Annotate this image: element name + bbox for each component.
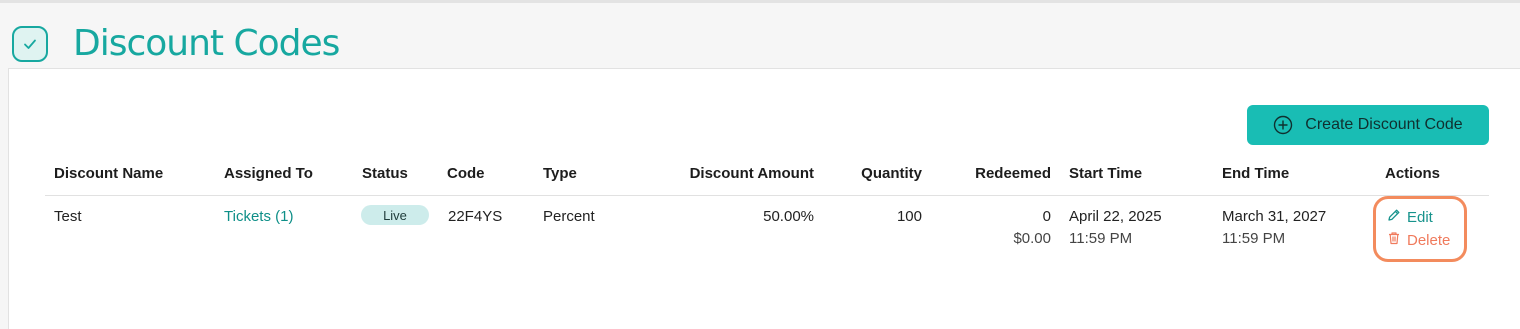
- header-type: Type: [543, 165, 577, 182]
- header-assigned-to: Assigned To: [224, 165, 313, 182]
- edit-button[interactable]: Edit: [1387, 208, 1433, 226]
- pencil-icon: [1387, 208, 1407, 226]
- trash-icon: [1387, 231, 1407, 249]
- assigned-to-link[interactable]: Tickets (1): [224, 208, 293, 225]
- header-redeemed: Redeemed: [975, 165, 1051, 182]
- cell-end-time: 11:59 PM: [1222, 230, 1286, 247]
- header-quantity: Quantity: [861, 165, 922, 182]
- plus-circle-icon: [1273, 115, 1293, 135]
- cell-redeemed-value: $0.00: [1013, 230, 1051, 247]
- delete-button[interactable]: Delete: [1387, 231, 1450, 249]
- cell-start-date: April 22, 2025: [1069, 208, 1162, 225]
- header-divider: [45, 195, 1489, 196]
- content-card: Create Discount Code Discount Name Assig…: [8, 68, 1520, 329]
- create-discount-code-button[interactable]: Create Discount Code: [1247, 105, 1489, 145]
- header-end-time: End Time: [1222, 165, 1290, 182]
- cell-type: Percent: [543, 208, 595, 225]
- cell-code: 22F4YS: [448, 208, 503, 225]
- top-border: [0, 0, 1520, 3]
- header-code: Code: [447, 165, 485, 182]
- header-start-time: Start Time: [1069, 165, 1143, 182]
- cell-redeemed-count: 0: [1042, 208, 1051, 225]
- page-header: Discount Codes: [12, 22, 340, 66]
- header-discount-amount: Discount Amount: [689, 165, 814, 182]
- status-badge: Live: [361, 205, 429, 225]
- cell-discount-name: Test: [54, 208, 82, 225]
- create-discount-code-label: Create Discount Code: [1305, 116, 1463, 133]
- actions-highlight: [1373, 196, 1467, 262]
- checkmark-icon: [12, 26, 48, 62]
- delete-label: Delete: [1407, 231, 1451, 249]
- cell-end-date: March 31, 2027: [1222, 208, 1327, 225]
- header-discount-name: Discount Name: [54, 165, 164, 182]
- header-status: Status: [362, 165, 408, 182]
- page-title: Discount Codes: [73, 23, 340, 64]
- cell-discount-amount: 50.00%: [763, 208, 814, 225]
- cell-start-time: 11:59 PM: [1069, 230, 1133, 247]
- cell-quantity: 100: [896, 208, 922, 225]
- edit-label: Edit: [1407, 208, 1433, 226]
- header-actions: Actions: [1385, 165, 1441, 182]
